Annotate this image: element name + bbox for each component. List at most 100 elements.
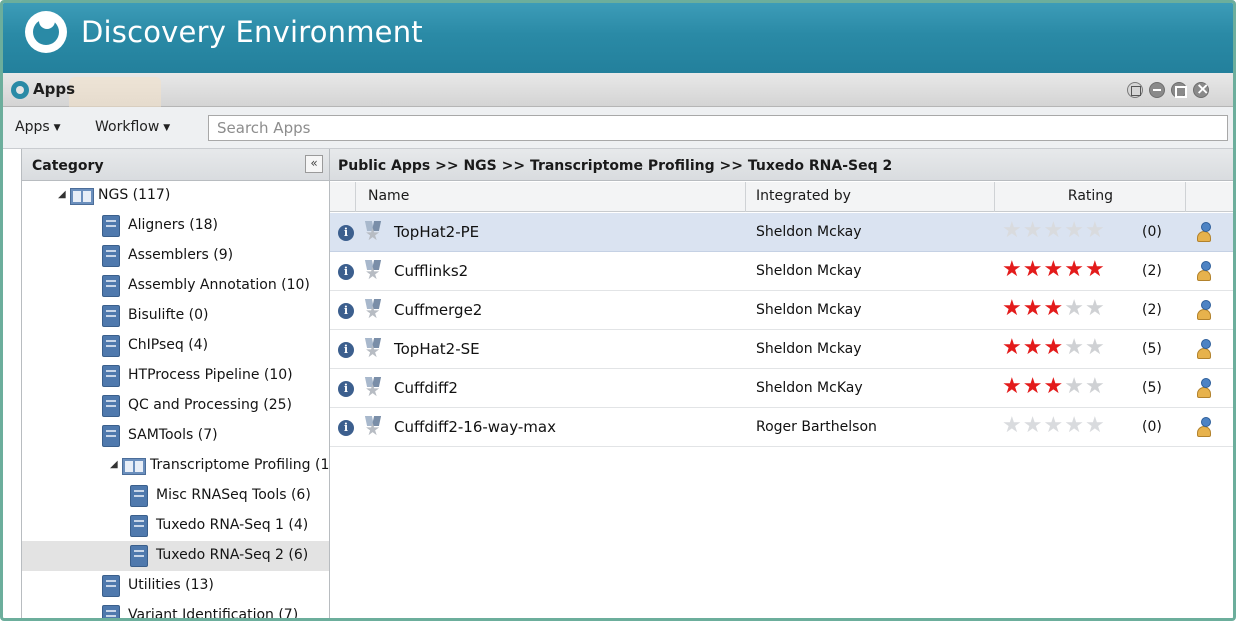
app-name[interactable]: Cuffmerge2	[394, 301, 482, 319]
maximize-icon[interactable]	[1171, 82, 1187, 98]
tree-folder[interactable]: ◢ NGS (117)	[22, 181, 329, 211]
expand-toggle-icon[interactable]: ◢	[58, 189, 66, 200]
tree-item[interactable]: Tuxedo RNA-Seq 1 (4)	[22, 511, 329, 541]
info-icon[interactable]: i	[338, 225, 354, 241]
favorite-medal-icon[interactable]: ★	[364, 260, 384, 284]
app-name[interactable]: Cufflinks2	[394, 262, 468, 280]
star-icon[interactable]: ★	[1064, 374, 1085, 399]
apps-menu-button[interactable]: Apps ▼	[15, 119, 61, 135]
star-icon[interactable]: ★	[1023, 374, 1044, 399]
user-comment-icon[interactable]	[1196, 222, 1214, 244]
tree-item[interactable]: SAMTools (7)	[22, 421, 329, 451]
tree-item[interactable]: Variant Identification (7)	[22, 601, 329, 618]
star-icon[interactable]: ★	[1023, 257, 1044, 282]
rating-stars[interactable]: ★★★★★	[1002, 336, 1106, 360]
rating-count: (0)	[1142, 419, 1162, 435]
star-icon[interactable]: ★	[1002, 335, 1023, 360]
tree-item[interactable]: Assemblers (9)	[22, 241, 329, 271]
app-name[interactable]: Cuffdiff2-16-way-max	[394, 418, 556, 436]
star-icon[interactable]: ★	[1043, 296, 1064, 321]
info-icon[interactable]: i	[338, 420, 354, 436]
close-icon[interactable]	[1193, 79, 1209, 98]
app-name[interactable]: TopHat2-SE	[394, 340, 480, 358]
minimize-icon[interactable]	[1149, 82, 1165, 98]
star-icon[interactable]: ★	[1002, 296, 1023, 321]
star-icon[interactable]: ★	[1085, 257, 1106, 282]
layout-icon[interactable]	[1127, 82, 1143, 98]
info-icon[interactable]: i	[338, 381, 354, 397]
user-comment-icon[interactable]	[1196, 417, 1214, 439]
column-header-integrated-by[interactable]: Integrated by	[746, 182, 995, 212]
rating-stars[interactable]: ★★★★★	[1002, 219, 1106, 243]
favorite-medal-icon[interactable]: ★	[364, 221, 384, 245]
rating-stars[interactable]: ★★★★★	[1002, 258, 1106, 282]
tree-item[interactable]: Tuxedo RNA-Seq 2 (6)	[22, 541, 329, 571]
tree-item[interactable]: Assembly Annotation (10)	[22, 271, 329, 301]
star-icon[interactable]: ★	[1043, 218, 1064, 243]
column-header-rating[interactable]: Rating	[995, 182, 1186, 212]
star-icon[interactable]: ★	[1064, 335, 1085, 360]
star-icon[interactable]: ★	[1064, 257, 1085, 282]
tree-item-label: HTProcess Pipeline (10)	[128, 367, 293, 383]
table-row[interactable]: i ★ Cuffdiff2 Sheldon McKay ★★★★★ (5)	[330, 369, 1233, 408]
info-icon[interactable]: i	[338, 342, 354, 358]
star-icon[interactable]: ★	[1085, 335, 1106, 360]
app-name[interactable]: Cuffdiff2	[394, 379, 458, 397]
star-icon[interactable]: ★	[1043, 335, 1064, 360]
star-icon[interactable]: ★	[1085, 296, 1106, 321]
star-icon[interactable]: ★	[1023, 218, 1044, 243]
favorite-medal-icon[interactable]: ★	[364, 299, 384, 323]
app-name[interactable]: TopHat2-PE	[394, 223, 479, 241]
tree-item[interactable]: QC and Processing (25)	[22, 391, 329, 421]
favorite-medal-icon[interactable]: ★	[364, 416, 384, 440]
favorite-medal-icon[interactable]: ★	[364, 338, 384, 362]
rating-stars[interactable]: ★★★★★	[1002, 297, 1106, 321]
tree-item[interactable]: Bisulifte (0)	[22, 301, 329, 331]
star-icon[interactable]: ★	[1085, 413, 1106, 438]
rating-stars[interactable]: ★★★★★	[1002, 375, 1106, 399]
star-icon[interactable]: ★	[1064, 413, 1085, 438]
star-icon[interactable]: ★	[1064, 296, 1085, 321]
column-header-name[interactable]: Name	[356, 182, 746, 212]
star-icon[interactable]: ★	[1023, 296, 1044, 321]
tree-item[interactable]: Aligners (18)	[22, 211, 329, 241]
table-row[interactable]: i ★ Cufflinks2 Sheldon Mckay ★★★★★ (2)	[330, 252, 1233, 291]
star-icon[interactable]: ★	[1043, 257, 1064, 282]
app-title: Discovery Environment	[81, 15, 423, 49]
table-row[interactable]: i ★ Cuffmerge2 Sheldon Mckay ★★★★★ (2)	[330, 291, 1233, 330]
rating-count: (0)	[1142, 224, 1162, 240]
table-row[interactable]: i ★ Cuffdiff2-16-way-max Roger Barthelson ★★…	[330, 408, 1233, 447]
expand-toggle-icon[interactable]: ◢	[110, 459, 118, 470]
search-input[interactable]	[208, 115, 1228, 141]
star-icon[interactable]: ★	[1064, 218, 1085, 243]
info-icon[interactable]: i	[338, 264, 354, 280]
table-row[interactable]: i ★ TopHat2-PE Sheldon Mckay ★★★★★ (0)	[330, 213, 1233, 252]
info-icon[interactable]: i	[338, 303, 354, 319]
table-row[interactable]: i ★ TopHat2-SE Sheldon Mckay ★★★★★ (5)	[330, 330, 1233, 369]
star-icon[interactable]: ★	[1085, 374, 1106, 399]
grid-header: Name Integrated by Rating	[330, 182, 1233, 212]
user-comment-icon[interactable]	[1196, 339, 1214, 361]
star-icon[interactable]: ★	[1002, 218, 1023, 243]
window-titlebar[interactable]: Apps	[3, 73, 1233, 107]
tree-item[interactable]: ChIPseq (4)	[22, 331, 329, 361]
favorite-medal-icon[interactable]: ★	[364, 377, 384, 401]
user-comment-icon[interactable]	[1196, 261, 1214, 283]
star-icon[interactable]: ★	[1085, 218, 1106, 243]
tree-item[interactable]: Utilities (13)	[22, 571, 329, 601]
tree-item[interactable]: HTProcess Pipeline (10)	[22, 361, 329, 391]
star-icon[interactable]: ★	[1023, 335, 1044, 360]
star-icon[interactable]: ★	[1043, 413, 1064, 438]
star-icon[interactable]: ★	[1043, 374, 1064, 399]
user-comment-icon[interactable]	[1196, 378, 1214, 400]
user-comment-icon[interactable]	[1196, 300, 1214, 322]
workflow-menu-button[interactable]: Workflow ▼	[95, 119, 170, 135]
collapse-panel-button[interactable]: «	[305, 155, 323, 173]
tree-item[interactable]: Misc RNASeq Tools (6)	[22, 481, 329, 511]
star-icon[interactable]: ★	[1002, 374, 1023, 399]
tree-folder[interactable]: ◢ Transcriptome Profiling (16	[22, 451, 329, 481]
star-icon[interactable]: ★	[1002, 257, 1023, 282]
star-icon[interactable]: ★	[1023, 413, 1044, 438]
rating-stars[interactable]: ★★★★★	[1002, 414, 1106, 438]
star-icon[interactable]: ★	[1002, 413, 1023, 438]
